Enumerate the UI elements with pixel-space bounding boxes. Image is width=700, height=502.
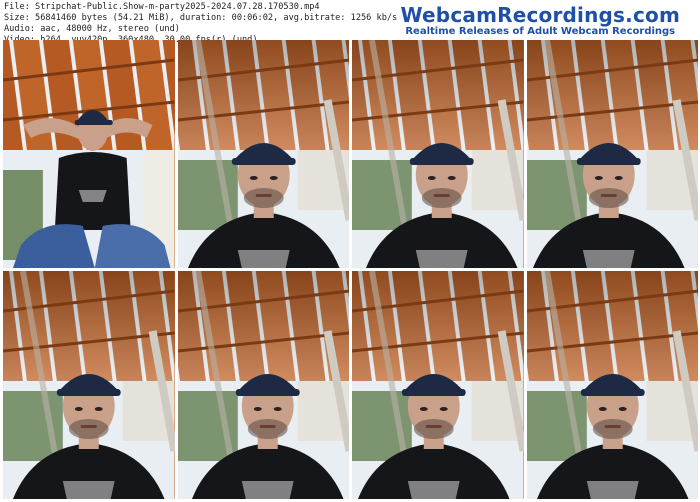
brand-watermark: WebcamRecordings.com Realtime Releases o… <box>400 4 680 38</box>
video-thumbnail <box>352 271 524 499</box>
thumbnail-frame-image <box>526 271 698 499</box>
video-thumbnail <box>3 40 175 268</box>
thumbnail-frame-image <box>3 271 175 499</box>
video-thumbnail <box>3 271 175 499</box>
brand-title: WebcamRecordings.com <box>400 3 680 27</box>
brand-tagline: Realtime Releases of Adult Webcam Record… <box>405 26 676 37</box>
video-thumbnail <box>526 40 698 268</box>
audio-line: Audio: aac, 48000 Hz, stereo (und) <box>4 24 180 34</box>
thumbnail-frame-image <box>526 40 698 268</box>
thumbnail-frame-image <box>352 271 524 499</box>
thumbnail-frame-image <box>177 271 349 499</box>
video-thumbnail <box>526 271 698 499</box>
size-line: Size: 56841460 bytes (54.21 MiB), durati… <box>4 13 398 23</box>
thumbnail-frame-image <box>3 40 175 268</box>
thumbnail-frame-image <box>177 40 349 268</box>
video-thumbnail <box>177 271 349 499</box>
video-thumbnail <box>177 40 349 268</box>
thumbnail-grid <box>3 40 698 500</box>
thumbnail-frame-image <box>352 40 524 268</box>
file-name-line: File: Stripchat-Public.Show-m-party2025-… <box>4 2 320 12</box>
video-thumbnail <box>352 40 524 268</box>
